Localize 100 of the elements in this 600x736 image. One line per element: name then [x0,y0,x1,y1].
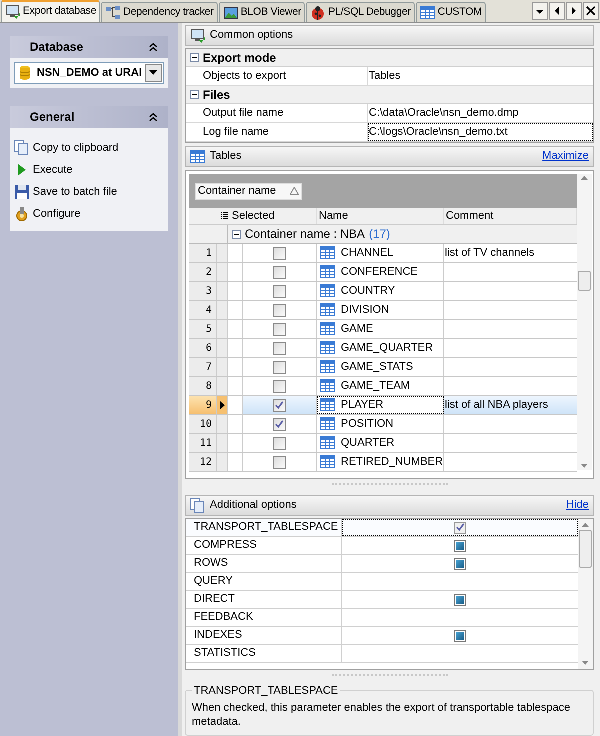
tab[interactable]: CUSTOM [416,2,486,22]
scroll-down-icon[interactable] [581,658,590,667]
close-button[interactable] [583,2,599,20]
tab[interactable]: BLOB Viewer [218,2,306,22]
table-icon [190,148,206,164]
panel-title: Database [30,39,84,56]
scrollbar[interactable] [577,174,592,470]
checkbox[interactable] [273,322,286,336]
row-number[interactable]: 10 [189,415,217,433]
expand-toggle[interactable] [232,230,241,239]
table-icon [320,321,336,337]
flag-checkbox[interactable] [454,594,466,606]
row-number[interactable]: 3 [189,282,217,300]
scroll-left-button[interactable] [549,2,565,20]
scroll-thumb[interactable] [578,271,591,291]
flag-checkbox[interactable] [454,558,466,570]
flag-checkbox[interactable] [454,540,466,552]
action-link[interactable]: Copy to clipboard [14,137,168,159]
scroll-thumb[interactable] [579,530,592,568]
group-title: Export mode [203,50,276,66]
table-icon [320,264,336,280]
link[interactable]: Maximize [542,148,589,165]
link[interactable]: Hide [566,497,589,514]
option-name: QUERY [186,573,342,590]
tab[interactable]: Export database [1,0,100,22]
property-value[interactable]: Tables [368,67,593,85]
dropdown-button[interactable] [532,2,548,20]
description-text: When checked, this parameter enables the export of transportable tablespace metadata. [192,701,572,729]
action-link[interactable]: Execute [14,159,168,181]
property-value[interactable]: C:\data\Oracle\nsn_demo.dmp [368,104,593,122]
action-link[interactable]: Configure [14,203,168,225]
option-row[interactable]: FEEDBACK [186,609,578,627]
column-header[interactable]: Selected [230,208,317,224]
scroll-up-icon[interactable] [580,174,589,183]
table-icon [420,4,436,20]
minus-icon [191,91,198,98]
scroll-down-icon[interactable] [580,461,589,470]
property-value[interactable]: C:\logs\Oracle\nsn_demo.txt [368,123,593,141]
table-icon [320,397,336,413]
property-label: Log file name [200,123,368,141]
checkbox[interactable] [273,436,286,450]
tab[interactable]: PL/SQL Debugger [306,2,415,22]
table-icon [320,435,336,451]
option-row[interactable]: DIRECT [186,591,578,609]
row-number[interactable]: 5 [189,320,217,338]
row-number[interactable]: 6 [189,339,217,357]
row-number[interactable]: 4 [189,301,217,319]
copy-icon [190,498,206,514]
option-row[interactable]: QUERY [186,573,578,591]
table-name: CONFERENCE [341,264,418,280]
table-name: RETIRED_NUMBER [341,454,444,470]
checkbox[interactable] [273,456,286,468]
checkbox[interactable] [273,266,286,278]
section-title: Common options [210,28,294,44]
checkbox[interactable] [454,522,466,534]
scrollbar[interactable] [578,519,593,669]
property-label: Output file name [200,104,368,122]
table-icon [320,283,336,299]
checkbox[interactable] [273,284,286,298]
flag-checkbox[interactable] [454,630,466,642]
option-name: INDEXES [186,627,342,644]
checkbox[interactable] [273,246,286,260]
checkbox[interactable] [273,304,286,316]
caret-icon [149,70,158,76]
column-header[interactable]: Name [317,208,444,224]
section-title: Additional options [210,498,298,514]
group-row[interactable]: Container name : NBA (17) [189,225,577,244]
row-number[interactable]: 7 [189,358,217,376]
row-number[interactable]: 12 [189,453,217,471]
checkbox[interactable] [273,342,286,354]
row-number[interactable]: 2 [189,263,217,281]
table-name: GAME_TEAM [341,378,410,394]
database-combo[interactable]: NSN_DEMO at URAI [14,62,164,84]
option-row[interactable]: STATISTICS [186,645,578,663]
checkbox[interactable] [273,380,286,392]
checkbox[interactable] [273,418,286,430]
scroll-right-button[interactable] [566,2,582,20]
expand-toggle[interactable] [190,53,199,62]
row-number[interactable]: 8 [189,377,217,395]
option-row[interactable]: ROWS [186,555,578,573]
table-name: CHANNEL [341,246,394,261]
option-row[interactable]: COMPRESS [186,537,578,555]
group-label: Container name : NBA [245,226,366,243]
checkbox[interactable] [273,398,286,412]
bug-icon [310,4,326,20]
row-number[interactable]: 9 [189,396,217,414]
table-icon [320,416,336,432]
row-number[interactable]: 11 [189,434,217,452]
column-chooser-icon [221,212,228,220]
option-row[interactable]: TRANSPORT_TABLESPACE [186,519,578,537]
table-name: POSITION [341,416,394,432]
action-link[interactable]: Save to batch file [14,181,168,203]
group-by-button[interactable]: Container name [195,182,302,200]
database-icon [19,65,31,81]
checkbox[interactable] [273,360,286,374]
expand-toggle[interactable] [190,90,199,99]
dropdown-button[interactable] [145,64,162,82]
row-number[interactable]: 1 [189,244,217,262]
option-row[interactable]: INDEXES [186,627,578,645]
tab[interactable]: Dependency tracker [101,2,218,22]
